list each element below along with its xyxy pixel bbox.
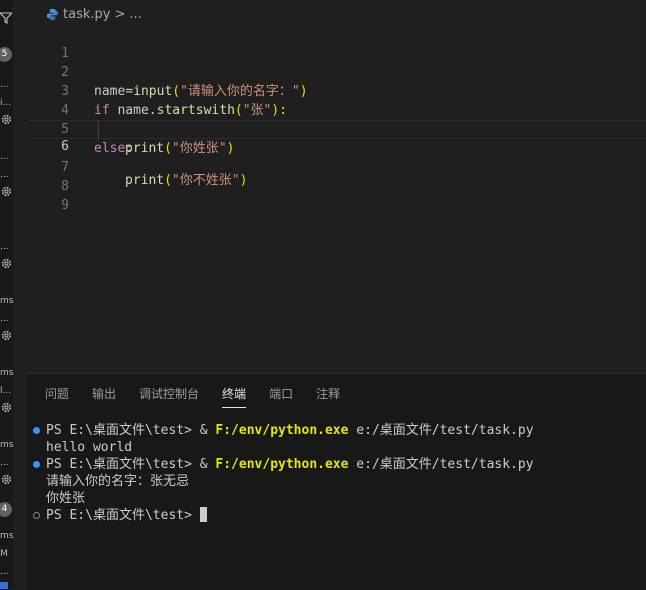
- terminal-prompt: PS E:\桌面文件\test>: [46, 423, 192, 438]
- count-badge: 5: [0, 47, 12, 62]
- gear-icon[interactable]: [0, 185, 13, 198]
- panel-tabs: 问题 输出 调试控制台 终端 端口 注释: [45, 385, 340, 408]
- terminal-line: PS E:\桌面文件\test> & F:/env/python.exe e:/…: [46, 422, 534, 439]
- sidebar-fragment: ...: [0, 170, 9, 180]
- indent-guide: [98, 120, 99, 139]
- code-line[interactable]: 9: [27, 177, 646, 213]
- code-line[interactable]: 2 name=input("请输入你的名字："): [27, 44, 646, 99]
- gear-icon[interactable]: [0, 113, 13, 126]
- sidebar-fragment: ...: [0, 567, 9, 577]
- terminal-amp: &: [199, 423, 208, 438]
- tab-ports[interactable]: 端口: [269, 385, 293, 408]
- terminal-output: hello world: [46, 440, 133, 455]
- code-line-current[interactable]: 6 print("你不姓张"): [27, 120, 646, 188]
- terminal-line: PS E:\桌面文件\test>: [46, 507, 207, 524]
- terminal-line: PS E:\桌面文件\test> & F:/env/python.exe e:/…: [46, 456, 534, 473]
- terminal-output: 你姓张: [46, 491, 86, 506]
- command-success-icon[interactable]: [33, 461, 40, 468]
- gear-icon[interactable]: [0, 329, 13, 342]
- terminal-exe: F:/env/python.exe: [215, 423, 349, 438]
- sidebar-fragment: ...: [0, 458, 9, 468]
- tab-terminal[interactable]: 终端: [222, 385, 247, 408]
- tab-comments[interactable]: 注释: [316, 385, 340, 408]
- left-sidebar: 5 ... i... ... ... ... ms ... ms l... ms…: [0, 0, 13, 589]
- sidebar-fragment: ms: [0, 368, 13, 378]
- gear-icon[interactable]: [0, 257, 13, 270]
- python-file-icon: [46, 8, 59, 21]
- code-line[interactable]: 3 if name.startswith("张"):: [27, 63, 646, 118]
- code-editor[interactable]: 1 2 name=input("请输入你的名字：") 3 if name.sta…: [27, 25, 646, 373]
- terminal-output: 请输入你的名字：张无忌: [46, 474, 190, 489]
- code-line[interactable]: 1: [27, 25, 646, 61]
- command-success-icon[interactable]: [33, 427, 40, 434]
- partial-icon: [0, 582, 8, 589]
- tab-problems[interactable]: 问题: [45, 385, 69, 408]
- sidebar-fragment: i...: [0, 98, 12, 108]
- code-line[interactable]: 7: [27, 139, 646, 175]
- code-line[interactable]: 8: [27, 158, 646, 194]
- terminal-amp: &: [199, 457, 208, 472]
- code-line[interactable]: 4 print("你姓张"): [27, 82, 646, 156]
- command-pending-icon[interactable]: [33, 512, 40, 519]
- bottom-panel: 问题 输出 调试控制台 终端 端口 注释 PS E:\桌面文件\test> & …: [27, 373, 646, 590]
- filter-icon[interactable]: [0, 12, 12, 24]
- breadcrumb-more[interactable]: ...: [129, 7, 141, 22]
- sidebar-fragment: ms: [0, 296, 13, 306]
- tab-debug-console[interactable]: 调试控制台: [139, 385, 199, 408]
- terminal-script: e:/桌面文件/test/task.py: [356, 423, 534, 438]
- count-badge: 4: [0, 502, 12, 517]
- breadcrumb-file[interactable]: task.py: [63, 7, 110, 22]
- tab-output[interactable]: 输出: [92, 385, 116, 408]
- gear-icon[interactable]: [0, 401, 13, 414]
- sidebar-fragment: ...: [0, 80, 9, 90]
- line-number: 9: [61, 198, 69, 213]
- terminal-prompt: PS E:\桌面文件\test>: [46, 457, 192, 472]
- terminal-prompt: PS E:\桌面文件\test>: [46, 508, 192, 523]
- breadcrumb-separator: >: [114, 7, 126, 22]
- terminal-script: e:/桌面文件/test/task.py: [356, 457, 534, 472]
- sidebar-fragment: ms: [0, 531, 13, 541]
- sidebar-fragment: ...: [0, 242, 9, 252]
- gear-icon[interactable]: [0, 473, 13, 486]
- terminal-exe: F:/env/python.exe: [215, 457, 349, 472]
- terminal-cursor: [199, 507, 207, 522]
- sidebar-fragment: ms: [0, 440, 13, 450]
- sidebar-fragment: l...: [0, 386, 12, 396]
- sidebar-fragment: M: [0, 549, 8, 559]
- sidebar-fragment: ...: [0, 314, 9, 324]
- sidebar-fragment: ...: [0, 152, 9, 162]
- code-line[interactable]: 5 else:: [27, 101, 646, 156]
